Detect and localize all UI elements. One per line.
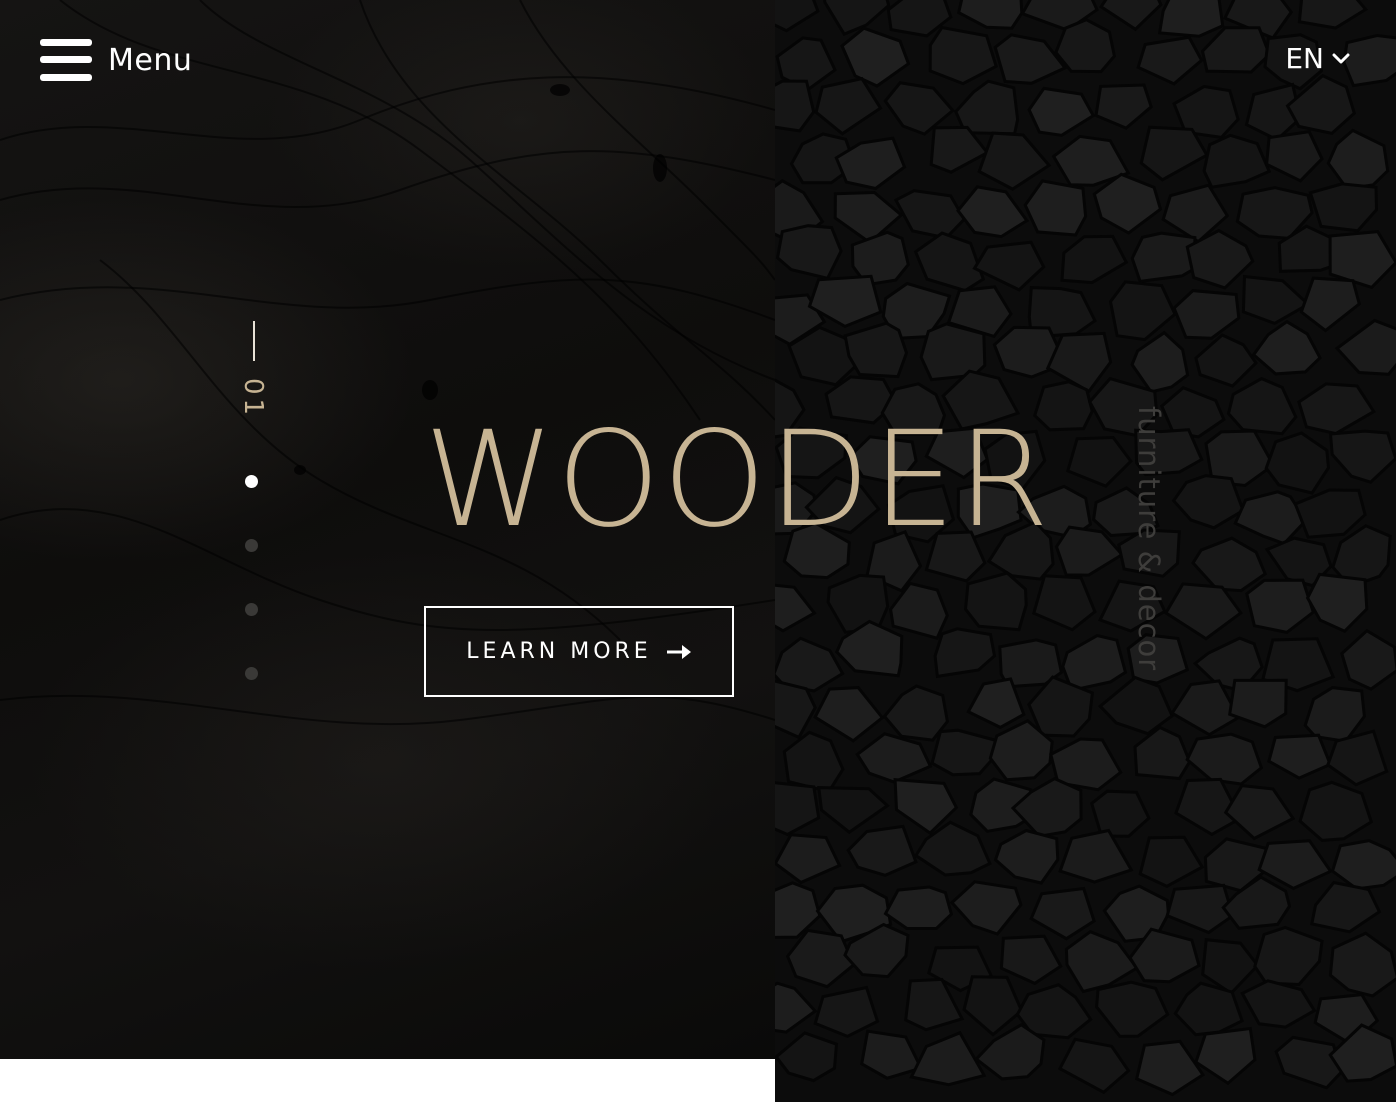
hamburger-icon xyxy=(40,38,92,82)
learn-more-label: LEARN MORE xyxy=(466,639,652,664)
hero-tagline: furniture & decor xyxy=(1132,406,1166,672)
slide-dot[interactable] xyxy=(245,475,258,488)
language-selector[interactable]: EN xyxy=(1285,42,1350,75)
slide-dot[interactable] xyxy=(245,539,258,552)
slide-dot[interactable] xyxy=(245,603,258,616)
slide-indicator-line xyxy=(253,321,255,361)
menu-label: Menu xyxy=(108,42,193,78)
arrow-right-icon xyxy=(666,644,691,659)
chevron-down-icon xyxy=(1332,53,1350,63)
slide-number: 01 xyxy=(238,378,268,420)
menu-button[interactable]: Menu xyxy=(40,38,192,82)
hero-title: WOODER xyxy=(424,403,1052,557)
slide-dot[interactable] xyxy=(245,667,258,680)
language-label: EN xyxy=(1285,42,1324,75)
bottom-white-strip xyxy=(0,1059,775,1102)
hero-section: Menu EN 01 WOODER LEARN MORE furniture &… xyxy=(0,0,1396,1102)
learn-more-button[interactable]: LEARN MORE xyxy=(424,606,734,697)
